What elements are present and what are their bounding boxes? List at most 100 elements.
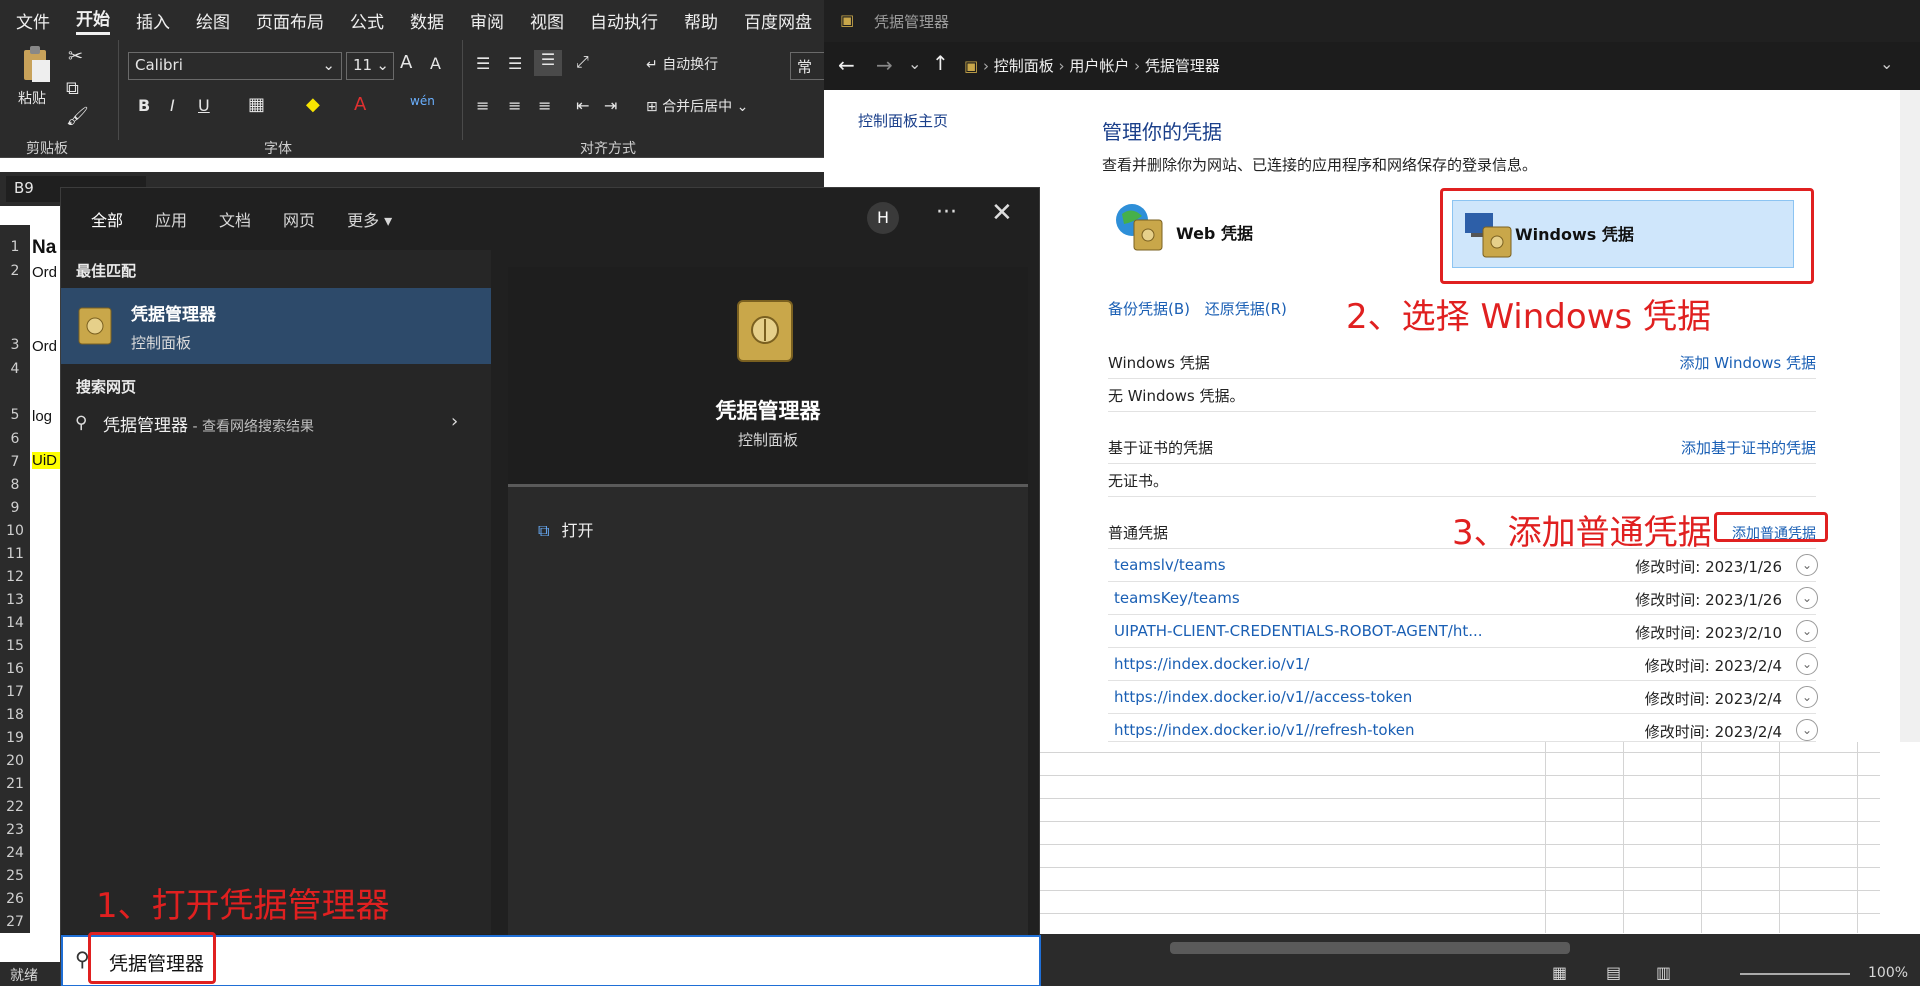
align-bottom-icon[interactable]: ☰ (534, 50, 562, 76)
row-number[interactable]: 16 (0, 661, 30, 677)
add-windows-credential-link[interactable]: 添加 Windows 凭据 (1680, 352, 1817, 373)
row-number[interactable]: 14 (0, 615, 30, 631)
cell-a5[interactable]: log (32, 408, 52, 425)
credential-row[interactable]: teamsKey/teams 修改时间: 2023/1/26 ⌄ (1108, 582, 1818, 615)
decrease-indent-icon[interactable]: ⇤ (576, 96, 589, 115)
font-color-icon[interactable]: A (354, 94, 366, 115)
cell-a3[interactable]: Ord (32, 338, 57, 355)
expand-icon[interactable]: ⌄ (1796, 587, 1818, 609)
credential-row[interactable]: https://index.docker.io/v1//access-token… (1108, 681, 1818, 714)
cell-a2[interactable]: Ord (32, 264, 57, 281)
back-icon[interactable]: ← (838, 53, 855, 77)
menu-file[interactable]: 文件 (16, 8, 50, 33)
expand-icon[interactable]: ⌄ (1796, 653, 1818, 675)
row-number[interactable]: 10 (0, 523, 30, 539)
tab-documents[interactable]: 文档 (219, 207, 251, 231)
control-panel-home-link[interactable]: 控制面板主页 (858, 110, 948, 131)
expand-icon[interactable]: ⌄ (1796, 719, 1818, 741)
credential-name[interactable]: teamslv/teams (1114, 556, 1226, 574)
expand-icon[interactable]: ⌄ (1796, 554, 1818, 576)
credential-row[interactable]: https://index.docker.io/v1//refresh-toke… (1108, 714, 1818, 742)
forward-icon[interactable]: → (876, 53, 893, 77)
shrink-font-button[interactable]: A (430, 54, 441, 73)
orientation-icon[interactable]: ⤢ (576, 52, 589, 72)
underline-button[interactable]: U (198, 96, 210, 115)
breadcrumb-control-panel[interactable]: 控制面板 (994, 57, 1054, 75)
row-number[interactable]: 13 (0, 592, 30, 608)
credential-name[interactable]: https://index.docker.io/v1//access-token (1114, 688, 1412, 706)
row-number[interactable]: 23 (0, 822, 30, 838)
paste-button[interactable]: 粘贴 (18, 88, 46, 108)
row-number[interactable]: 27 (0, 914, 30, 930)
menu-view[interactable]: 视图 (530, 8, 564, 33)
tab-more[interactable]: 更多 ▾ (347, 207, 392, 231)
menu-home[interactable]: 开始 (76, 5, 110, 35)
scroll-thumb[interactable] (1170, 942, 1570, 954)
menu-draw[interactable]: 绘图 (196, 8, 230, 33)
credential-name[interactable]: https://index.docker.io/v1//refresh-toke… (1114, 721, 1414, 739)
row-number[interactable]: 22 (0, 799, 30, 815)
page-break-view-icon[interactable]: ▥ (1656, 963, 1671, 982)
credential-name[interactable]: https://index.docker.io/v1/ (1114, 655, 1309, 673)
row-number[interactable]: 8 (0, 477, 30, 493)
row-number[interactable]: 12 (0, 569, 30, 585)
row-number[interactable]: 6 (0, 431, 30, 447)
grow-font-button[interactable]: A (400, 52, 412, 73)
cell-a1[interactable]: Na (32, 237, 56, 259)
restore-credentials-link[interactable]: 还原凭据(R) (1205, 300, 1287, 318)
row-number[interactable]: 26 (0, 891, 30, 907)
row-number[interactable]: 24 (0, 845, 30, 861)
row-number[interactable]: 19 (0, 730, 30, 746)
row-number[interactable]: 20 (0, 753, 30, 769)
close-icon[interactable]: ✕ (991, 198, 1013, 228)
row-number[interactable]: 4 (0, 361, 30, 377)
row-number[interactable]: 25 (0, 868, 30, 884)
zoom-slider[interactable] (1740, 973, 1850, 975)
row-number[interactable]: 1 (0, 239, 30, 255)
web-credentials-button[interactable]: Web 凭据 (1114, 200, 1384, 256)
address-dropdown-icon[interactable]: ⌄ (1880, 54, 1893, 73)
credential-name[interactable]: teamsKey/teams (1114, 589, 1240, 607)
cut-icon[interactable]: ✂ (68, 46, 83, 67)
best-match-result[interactable]: 凭据管理器 控制面板 (61, 288, 491, 364)
align-left-icon[interactable]: ≡ (476, 96, 489, 115)
horizontal-scrollbar[interactable] (1040, 934, 1920, 962)
font-name-select[interactable]: Calibri ⌄ (128, 52, 342, 80)
font-size-select[interactable]: 11 ⌄ (346, 52, 394, 80)
align-middle-icon[interactable]: ☰ (508, 54, 522, 73)
breadcrumb-credential-manager[interactable]: 凭据管理器 (1145, 57, 1220, 75)
row-number[interactable]: 18 (0, 707, 30, 723)
page-layout-view-icon[interactable]: ▤ (1606, 963, 1621, 982)
row-number[interactable]: 21 (0, 776, 30, 792)
paste-icon[interactable] (18, 46, 54, 86)
up-icon[interactable]: ↑ (932, 51, 949, 75)
menu-review[interactable]: 审阅 (470, 8, 504, 33)
backup-credentials-link[interactable]: 备份凭据(B) (1108, 300, 1190, 318)
menu-help[interactable]: 帮助 (684, 8, 718, 33)
phonetic-icon[interactable]: wén (410, 94, 435, 108)
row-number[interactable]: 17 (0, 684, 30, 700)
breadcrumb-user-accounts[interactable]: 用户帐户 (1069, 57, 1129, 75)
menu-page-layout[interactable]: 页面布局 (256, 8, 324, 33)
row-number[interactable]: 3 (0, 337, 30, 353)
menu-formulas[interactable]: 公式 (350, 8, 384, 33)
credential-name[interactable]: UIPATH-CLIENT-CREDENTIALS-ROBOT-AGENT/ht… (1114, 622, 1483, 640)
tab-all[interactable]: 全部 (86, 207, 128, 253)
menu-automate[interactable]: 自动执行 (590, 8, 658, 33)
more-options-icon[interactable]: ··· (936, 200, 957, 225)
credential-row[interactable]: UIPATH-CLIENT-CREDENTIALS-ROBOT-AGENT/ht… (1108, 615, 1818, 648)
expand-icon[interactable]: ⌄ (1796, 686, 1818, 708)
open-action[interactable]: ⧉ 打开 (538, 517, 593, 541)
align-top-icon[interactable]: ☰ (476, 54, 490, 73)
fill-color-icon[interactable]: ◆ (306, 94, 320, 115)
row-number[interactable]: 11 (0, 546, 30, 562)
increase-indent-icon[interactable]: ⇥ (604, 96, 617, 115)
wrap-text-button[interactable]: ↵ 自动换行 (646, 54, 718, 74)
avatar[interactable]: H (867, 202, 899, 234)
add-certificate-credential-link[interactable]: 添加基于证书的凭据 (1681, 437, 1816, 458)
row-number[interactable]: 15 (0, 638, 30, 654)
cm-scrollbar[interactable] (1900, 90, 1920, 742)
credential-row[interactable]: https://index.docker.io/v1/ 修改时间: 2023/2… (1108, 648, 1818, 681)
menu-baidu[interactable]: 百度网盘 (744, 8, 812, 33)
expand-icon[interactable]: ⌄ (1796, 620, 1818, 642)
